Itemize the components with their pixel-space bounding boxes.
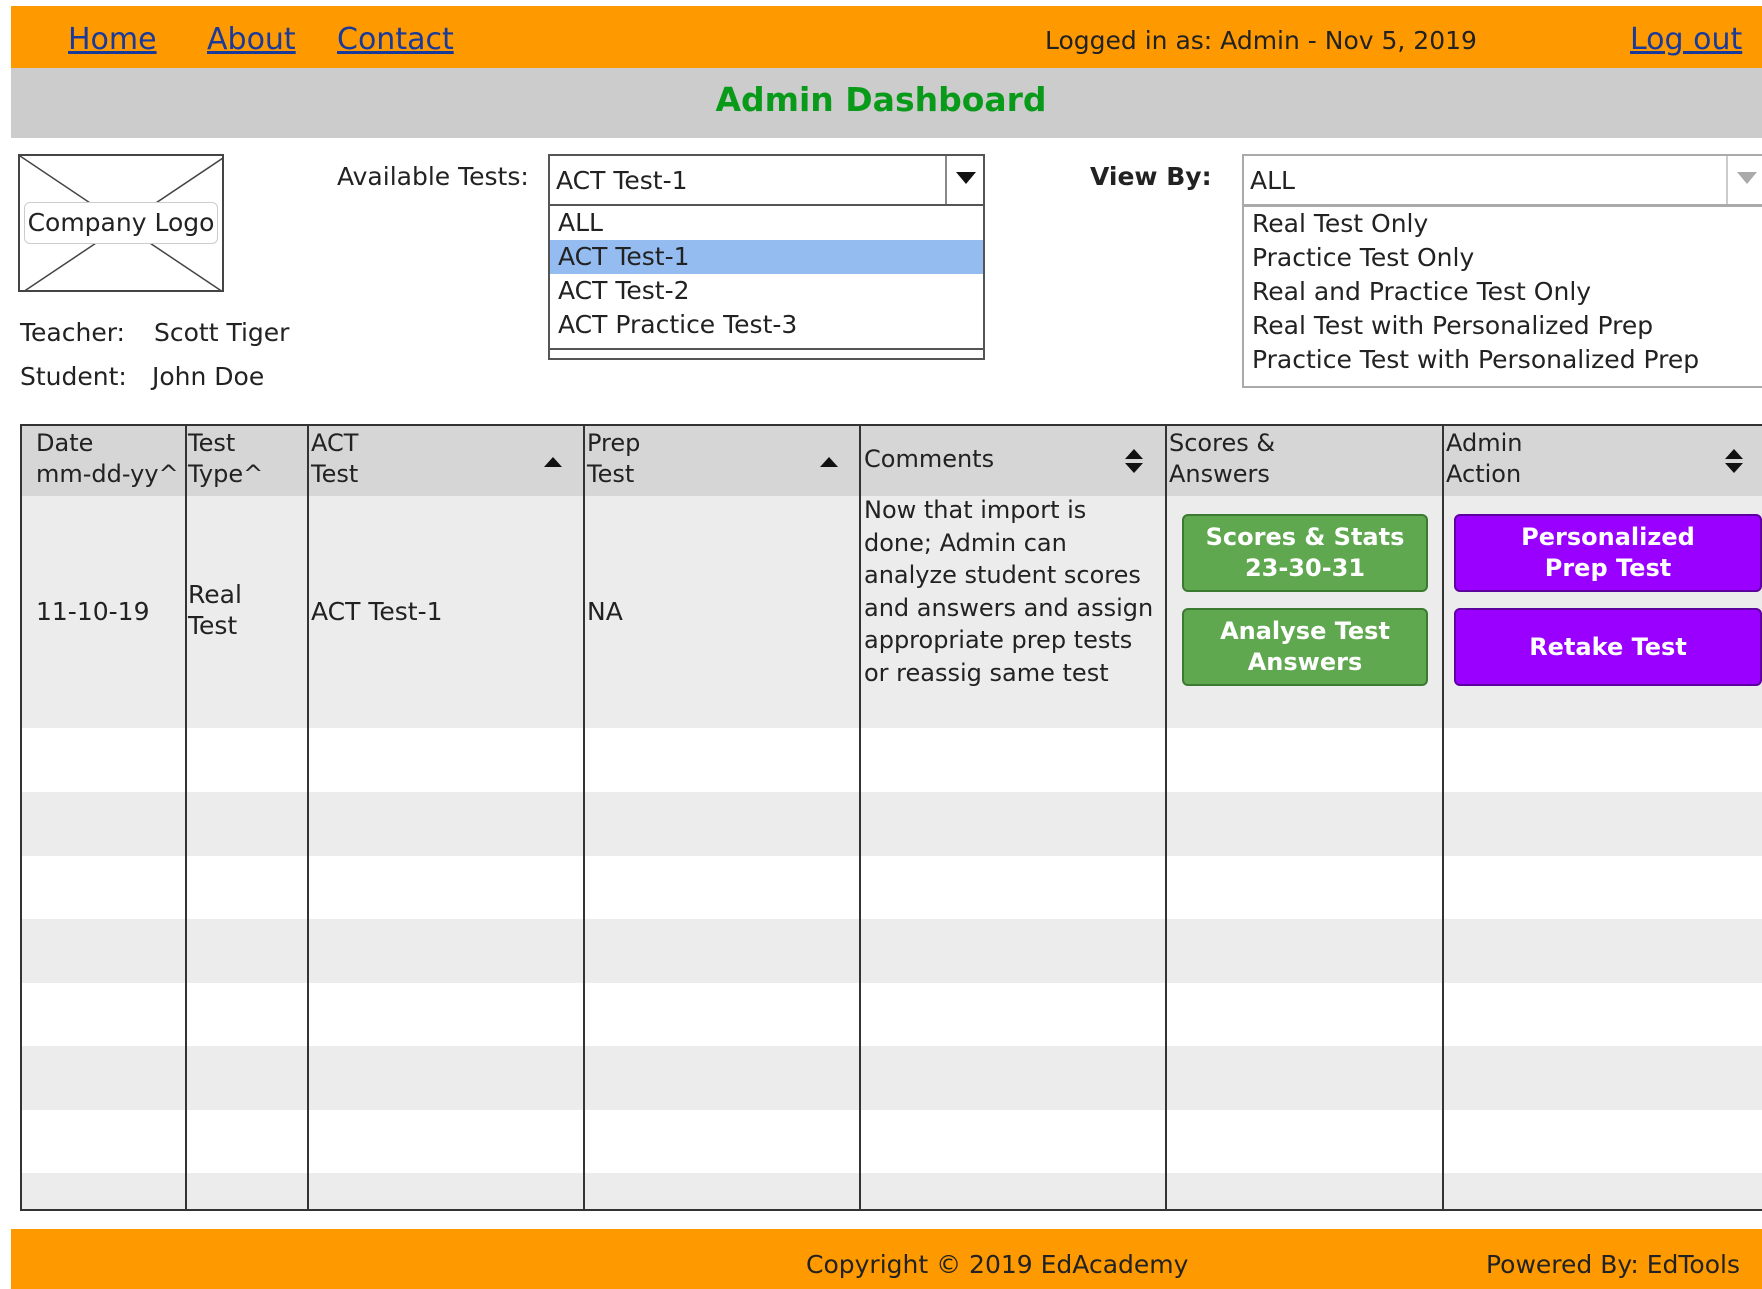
header-prep-test[interactable]: Prep Test bbox=[587, 428, 640, 490]
copyright-text: Copyright © 2019 EdAcademy bbox=[806, 1250, 1189, 1279]
sort-ascending-icon[interactable] bbox=[544, 457, 562, 467]
chevron-down-icon[interactable] bbox=[945, 156, 983, 204]
company-logo-placeholder: Company Logo bbox=[18, 154, 224, 292]
chevron-down-icon[interactable] bbox=[1726, 156, 1762, 204]
company-logo-label: Company Logo bbox=[24, 202, 218, 244]
header-test-type[interactable]: Test Type^ bbox=[188, 428, 263, 490]
column-divider bbox=[185, 426, 187, 1209]
column-divider bbox=[307, 426, 309, 1209]
available-tests-select[interactable]: ACT Test-1 bbox=[548, 154, 985, 206]
view-option-real-and-practice[interactable]: Real and Practice Test Only bbox=[1244, 275, 1762, 309]
view-option-practice[interactable]: Practice Test Only bbox=[1244, 241, 1762, 275]
view-by-options: Real Test Only Practice Test Only Real a… bbox=[1242, 205, 1762, 388]
cell-comments: Now that import is done; Admin can analy… bbox=[864, 496, 1154, 687]
table-row-empty bbox=[22, 1046, 1762, 1110]
column-divider bbox=[583, 426, 585, 1209]
option-act-practice-test-3[interactable]: ACT Practice Test-3 bbox=[550, 308, 983, 342]
view-option-practice-personalized[interactable]: Practice Test with Personalized Prep bbox=[1244, 343, 1762, 377]
teacher-name: Scott Tiger bbox=[154, 318, 290, 347]
page-title: Admin Dashboard bbox=[715, 80, 1047, 119]
view-option-real[interactable]: Real Test Only bbox=[1244, 207, 1762, 241]
nav-contact-link[interactable]: Contact bbox=[337, 22, 454, 57]
analyse-test-answers-button[interactable]: Analyse Test Answers bbox=[1182, 608, 1428, 686]
available-tests-label: Available Tests: bbox=[337, 162, 529, 191]
personalized-prep-test-button[interactable]: Personalized Prep Test bbox=[1454, 514, 1762, 592]
logout-link[interactable]: Log out bbox=[1630, 22, 1742, 57]
view-by-selected: ALL bbox=[1250, 166, 1295, 195]
available-tests-options: ALL ACT Test-1 ACT Test-2 ACT Practice T… bbox=[548, 204, 985, 360]
teacher-label: Teacher: bbox=[20, 318, 125, 347]
header-comments[interactable]: Comments bbox=[864, 444, 994, 475]
retake-test-button[interactable]: Retake Test bbox=[1454, 608, 1762, 686]
header-scores-answers[interactable]: Scores & Answers bbox=[1169, 428, 1275, 490]
view-by-label: View By: bbox=[1090, 162, 1212, 191]
column-divider bbox=[859, 426, 861, 1209]
nav-about-link[interactable]: About bbox=[207, 22, 296, 57]
student-name: John Doe bbox=[152, 362, 265, 391]
login-info: Logged in as: Admin - Nov 5, 2019 bbox=[1045, 26, 1477, 55]
header-act-test[interactable]: ACT Test bbox=[311, 428, 358, 490]
sort-toggle-icon[interactable] bbox=[1125, 449, 1143, 475]
sort-toggle-icon[interactable] bbox=[1725, 449, 1743, 475]
options-divider bbox=[550, 348, 983, 350]
header-date[interactable]: Date mm-dd-yy^ bbox=[36, 428, 179, 490]
table-row-empty bbox=[22, 792, 1762, 856]
cell-act-test: ACT Test-1 bbox=[311, 597, 443, 626]
cell-date: 11-10-19 bbox=[36, 597, 150, 626]
option-act-test-1[interactable]: ACT Test-1 bbox=[550, 240, 983, 274]
cell-test-type: Real Test bbox=[188, 580, 242, 640]
powered-by-text: Powered By: EdTools bbox=[1486, 1250, 1740, 1279]
view-option-real-personalized[interactable]: Real Test with Personalized Prep bbox=[1244, 309, 1762, 343]
view-by-select[interactable]: ALL bbox=[1242, 154, 1762, 206]
option-all[interactable]: ALL bbox=[550, 206, 983, 240]
table-row-empty bbox=[22, 919, 1762, 983]
cell-prep-test: NA bbox=[587, 597, 623, 626]
option-act-test-2[interactable]: ACT Test-2 bbox=[550, 274, 983, 308]
column-divider bbox=[1442, 426, 1444, 1209]
sort-ascending-icon[interactable] bbox=[820, 457, 838, 467]
column-divider bbox=[1165, 426, 1167, 1209]
scores-stats-button[interactable]: Scores & Stats 23-30-31 bbox=[1182, 514, 1428, 592]
header-admin-action[interactable]: Admin Action bbox=[1446, 428, 1523, 490]
table-row-empty bbox=[22, 1173, 1762, 1209]
available-tests-selected: ACT Test-1 bbox=[556, 166, 688, 195]
nav-home-link[interactable]: Home bbox=[68, 22, 157, 57]
test-results-table: Date mm-dd-yy^ Test Type^ ACT Test Prep Test… bbox=[20, 424, 1762, 1211]
student-label: Student: bbox=[20, 362, 127, 391]
